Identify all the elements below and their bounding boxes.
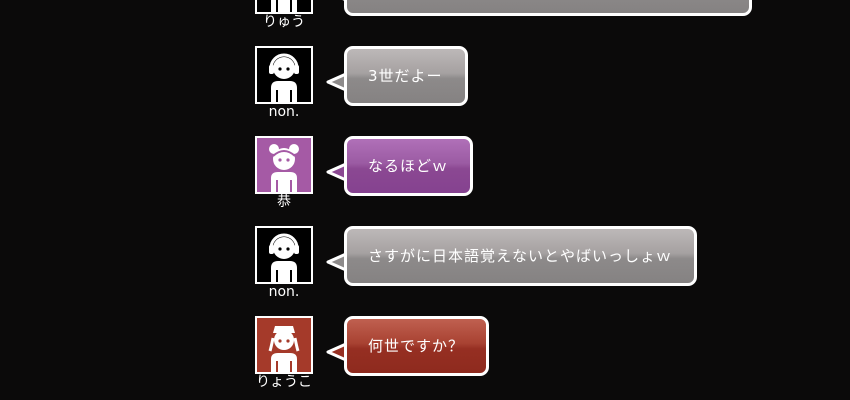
chat-message: りゅう (0, 0, 850, 46)
headphone-person-icon (269, 53, 299, 102)
sender-name: りゅう (263, 14, 305, 30)
message-bubble: さすがに日本語覚えないとやばいっしょｗ (344, 226, 698, 286)
chat-message: non. さすがに日本語覚えないとやばいっしょｗ (0, 226, 850, 316)
headphone-person-icon (269, 233, 299, 282)
message-bubble: なるほどｗ (344, 136, 474, 196)
message-bubble (344, 0, 752, 16)
message-bubble: 何世ですか？ (344, 316, 490, 376)
chat-message: 恭 なるほどｗ (0, 136, 850, 226)
sender-name: りょうこ (256, 374, 312, 390)
chat-message: non. 3世だよー (0, 46, 850, 136)
chat-message: りょうこ 何世ですか？ (0, 316, 850, 400)
bun-hair-person-icon (269, 144, 299, 192)
message-bubble: 3世だよー (344, 46, 468, 106)
sender-name: 恭 (277, 194, 291, 210)
avatar[interactable] (255, 226, 313, 284)
nurse-person-icon (268, 326, 300, 372)
avatar[interactable] (255, 0, 313, 14)
sender-name: non. (268, 284, 300, 300)
sender-name: non. (268, 104, 300, 120)
avatar[interactable] (255, 136, 313, 194)
chat-log: りゅう non. 3世だよー 恭 なるほどｗ non. さすがに日本語覚えないと… (0, 0, 850, 400)
headphone-person-icon (271, 0, 297, 12)
avatar[interactable] (255, 46, 313, 104)
avatar[interactable] (255, 316, 313, 374)
